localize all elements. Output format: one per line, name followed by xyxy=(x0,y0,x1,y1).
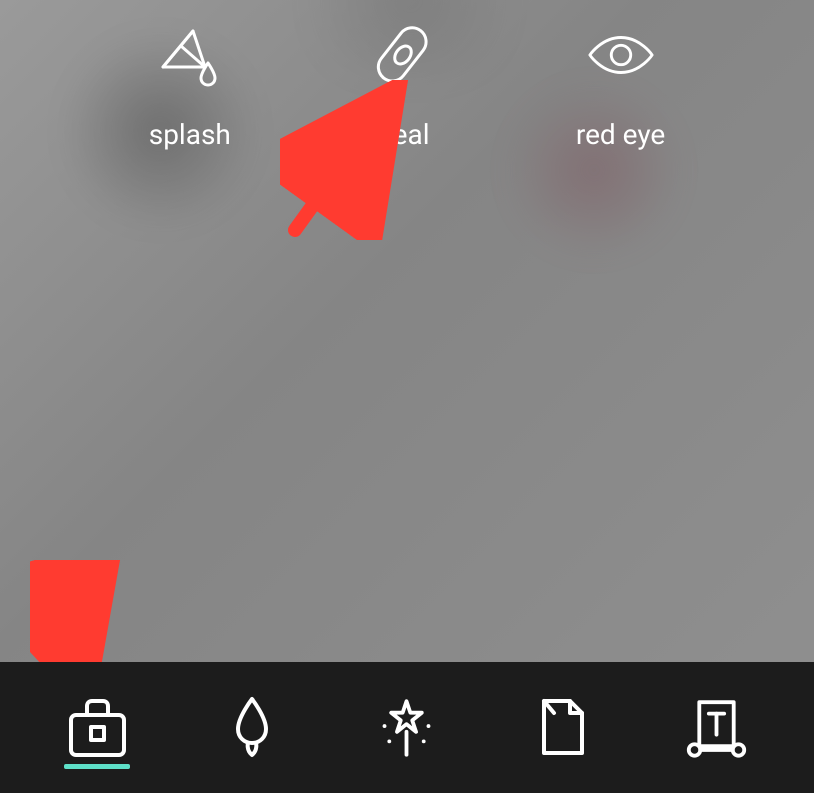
nav-brush[interactable] xyxy=(192,662,312,793)
brush-icon xyxy=(220,695,285,760)
tool-splash[interactable]: splash xyxy=(149,20,231,151)
nav-effects[interactable] xyxy=(347,662,467,793)
star-wand-icon xyxy=(374,695,439,760)
tools-row: splash heal red eye xyxy=(0,20,814,151)
heal-icon xyxy=(368,20,438,90)
tool-label: red eye xyxy=(576,118,665,151)
bottom-nav xyxy=(0,662,814,793)
nav-active-indicator xyxy=(64,764,130,769)
toolbox-icon xyxy=(65,695,130,760)
nav-document[interactable] xyxy=(502,662,622,793)
tool-label: splash xyxy=(149,118,231,151)
nav-toolbox[interactable] xyxy=(37,662,157,793)
document-icon xyxy=(529,695,594,760)
nav-text[interactable] xyxy=(657,662,777,793)
tool-redeye[interactable]: red eye xyxy=(576,20,665,151)
tool-label: heal xyxy=(377,118,429,151)
tool-heal[interactable]: heal xyxy=(368,20,438,151)
eye-icon xyxy=(586,20,656,90)
splash-icon xyxy=(155,20,225,90)
text-icon xyxy=(684,695,749,760)
